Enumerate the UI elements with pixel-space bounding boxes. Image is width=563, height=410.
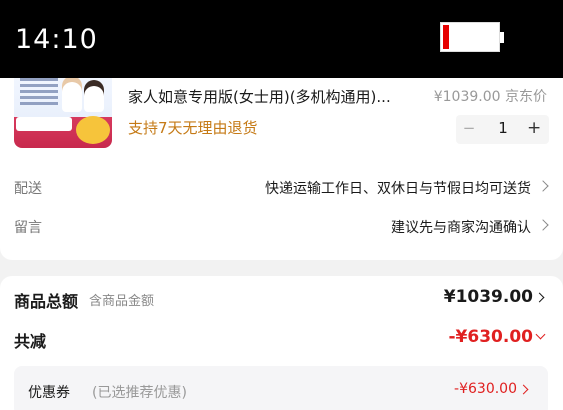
- product-price: ¥1039.00 京东价: [433, 89, 547, 105]
- status-bar: 14:10: [0, 0, 563, 78]
- discount-value[interactable]: -¥630.00: [449, 327, 534, 347]
- status-time: 14:10: [15, 24, 98, 55]
- increment-button[interactable]: +: [527, 118, 541, 138]
- product-thumbnail[interactable]: [14, 70, 112, 148]
- coupon-hint: (已选推荐优惠): [92, 385, 187, 401]
- message-label: 留言: [14, 220, 42, 236]
- product-title[interactable]: 家人如意专用版(女士用)(多机构通用)...: [128, 86, 391, 107]
- delivery-value[interactable]: 快递运输工作日、双休日与节假日均可送货: [265, 178, 531, 198]
- total-sublabel: 含商品金额: [89, 294, 155, 309]
- delivery-label: 配送: [14, 181, 42, 197]
- discount-label: 共减: [14, 332, 47, 351]
- coupon-label: 优惠券: [28, 385, 70, 401]
- return-policy-tag: 支持7天无理由退货: [128, 119, 258, 137]
- total-value[interactable]: ¥1039.00: [444, 287, 533, 307]
- decrement-button[interactable]: −: [462, 119, 476, 137]
- message-value[interactable]: 建议先与商家沟通确认: [391, 217, 531, 237]
- quantity-stepper: − 1 +: [456, 115, 549, 144]
- battery-icon: [440, 22, 504, 52]
- quantity-value[interactable]: 1: [490, 119, 516, 137]
- total-label: 商品总额: [14, 292, 79, 311]
- coupon-value[interactable]: -¥630.00: [454, 381, 517, 397]
